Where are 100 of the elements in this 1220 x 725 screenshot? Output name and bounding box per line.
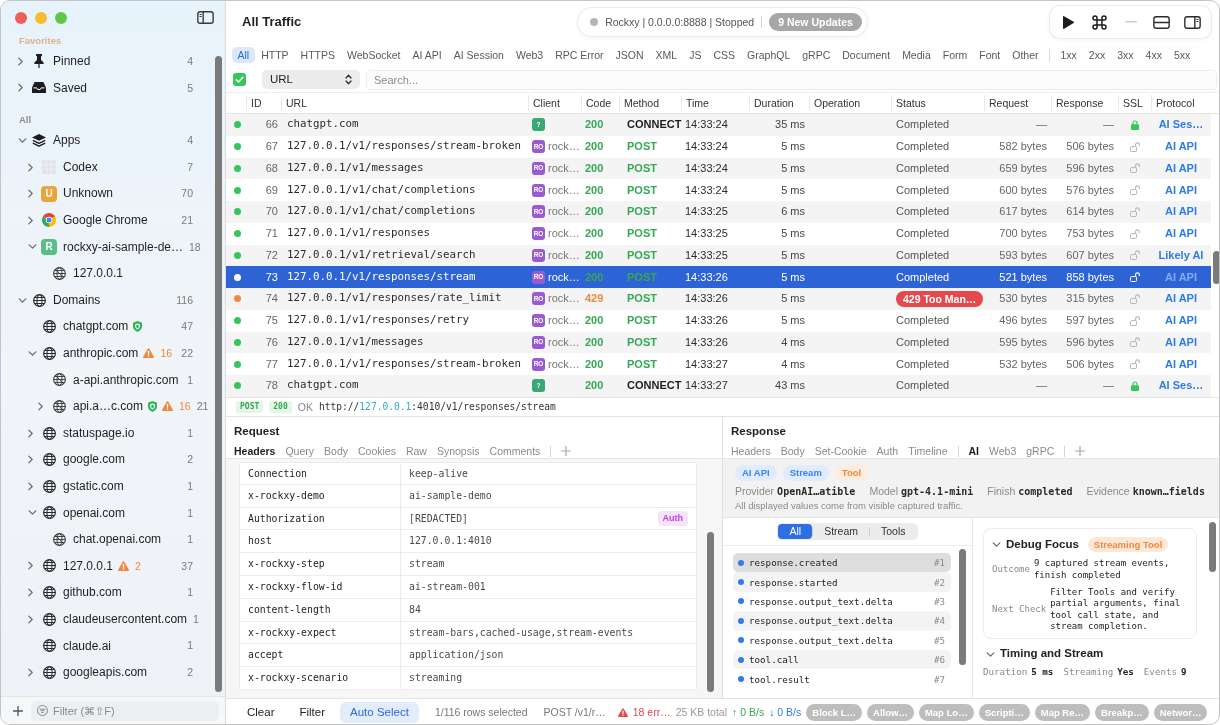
search-field[interactable]: Search... — [366, 69, 1217, 90]
chevron-right-icon[interactable] — [18, 56, 23, 66]
column-header[interactable]: Status — [891, 95, 984, 111]
chevron-right-icon[interactable] — [38, 401, 43, 411]
filter-tab[interactable]: JS — [683, 46, 707, 64]
scrollbar[interactable] — [215, 56, 222, 692]
filter-tab[interactable]: HTTPS — [295, 46, 341, 64]
bar-button[interactable]: Clear — [237, 701, 285, 724]
filter-tab[interactable]: 5xx — [1168, 46, 1196, 64]
chevron-right-icon[interactable] — [28, 588, 33, 598]
chevron-down-icon[interactable] — [992, 542, 1001, 548]
column-header[interactable]: Client — [528, 95, 581, 111]
plus-icon[interactable] — [13, 705, 23, 716]
column-header[interactable]: ID — [246, 95, 281, 111]
event-row[interactable]: response.output_text.delta #5 — [733, 630, 951, 650]
filter-tab[interactable]: HTTP — [255, 46, 295, 64]
panel-tab[interactable]: Body — [780, 444, 805, 458]
event-row[interactable]: tool.result #7 — [733, 669, 951, 689]
sidebar-item[interactable]: statuspage.io — [63, 425, 135, 441]
panel-tab[interactable]: Cookies — [358, 444, 396, 458]
filter-tab[interactable]: Form — [937, 46, 973, 64]
panel-tab[interactable]: Body — [324, 444, 348, 458]
chevron-right-icon[interactable] — [18, 83, 23, 93]
panel-tab[interactable]: Raw — [405, 444, 427, 458]
chevron-down-icon[interactable] — [28, 350, 37, 356]
column-header[interactable]: Code — [581, 95, 619, 111]
event-row[interactable]: response.started #2 — [733, 572, 951, 592]
panel-tab[interactable]: Comments — [489, 444, 541, 458]
sidebar-item[interactable]: rockxy-ai-sample-de… — [63, 239, 184, 255]
column-header[interactable]: Duration — [749, 95, 809, 111]
sidebar-item[interactable]: Domains — [53, 292, 101, 308]
sidebar-item[interactable]: claude.ai — [63, 638, 112, 653]
filter-tab[interactable]: gRPC — [796, 46, 836, 64]
filter-tab[interactable]: AI API — [407, 46, 448, 64]
sidebar-item[interactable]: Google Chrome — [63, 213, 148, 228]
chevron-down-icon[interactable] — [28, 510, 37, 516]
filter-tab[interactable]: GraphQL — [741, 46, 796, 64]
event-row[interactable]: response.created #1 — [733, 553, 951, 573]
sidebar-item[interactable]: anthropic.com — [63, 346, 139, 361]
chevron-down-icon[interactable] — [986, 651, 995, 657]
sidebar-item[interactable]: google.com — [63, 452, 126, 467]
sidebar-item[interactable]: 127.0.0.1 — [63, 558, 114, 574]
field-dropdown[interactable]: URL — [262, 70, 360, 89]
sidebar-item[interactable]: a-api.anthropic.com — [73, 372, 179, 387]
scrollbar[interactable] — [706, 532, 714, 692]
filter-tab[interactable]: Web3 — [510, 46, 549, 64]
scrollbar[interactable] — [1208, 522, 1216, 572]
sidebar-toggle-icon[interactable] — [197, 11, 214, 24]
filter-tab[interactable]: 3xx — [1111, 46, 1140, 64]
filter-tab[interactable]: 1xx — [1055, 46, 1083, 64]
sidebar-item[interactable]: gstatic.com — [63, 479, 124, 494]
sidebar-item[interactable]: chat.openai.com — [73, 532, 162, 547]
bar-button[interactable]: Filter — [289, 701, 336, 724]
panel-tab[interactable]: Set-Cookie — [814, 444, 867, 458]
bar-button[interactable]: Auto Select — [340, 701, 419, 724]
chevron-right-icon[interactable] — [28, 428, 33, 438]
filter-tab[interactable]: AI Session — [448, 46, 510, 64]
event-row[interactable]: response.output_text.delta #3 — [733, 591, 951, 612]
close-button[interactable] — [15, 11, 27, 24]
filter-tab[interactable]: Other — [1006, 46, 1044, 64]
sidebar-item[interactable]: googleapis.com — [63, 665, 148, 680]
chevron-right-icon[interactable] — [28, 215, 33, 225]
column-header[interactable]: URL — [281, 95, 528, 111]
panel-tab[interactable]: gRPC — [1026, 444, 1055, 458]
chevron-right-icon[interactable] — [28, 667, 33, 677]
sidebar-item[interactable]: chatgpt.com — [63, 319, 129, 334]
chevron-right-icon[interactable] — [28, 614, 33, 624]
segment[interactable]: All — [778, 524, 813, 539]
filter-tab[interactable]: Document — [836, 46, 896, 64]
filter-field[interactable]: Filter (⌘⇧F) — [31, 700, 219, 721]
panel-tab[interactable]: Auth — [876, 444, 899, 458]
event-row[interactable]: response.output_text.delta #4 — [733, 611, 951, 631]
panel-tab[interactable]: AI — [968, 444, 979, 458]
chevron-right-icon[interactable] — [28, 162, 33, 172]
chevron-right-icon[interactable] — [28, 189, 33, 199]
checkbox[interactable] — [233, 73, 246, 86]
sidebar-item[interactable]: Pinned — [53, 54, 91, 69]
panel-tab[interactable]: Synopsis — [436, 444, 480, 458]
filter-tab[interactable]: XML — [650, 46, 683, 64]
chevron-down-icon[interactable] — [28, 244, 37, 250]
column-header[interactable]: Protocol — [1151, 95, 1211, 111]
panel-tab[interactable]: Headers — [731, 444, 771, 458]
filter-tab[interactable]: CSS — [707, 46, 741, 64]
filter-tab[interactable]: Media — [896, 46, 937, 64]
chevron-down-icon[interactable] — [18, 138, 27, 143]
filter-tab[interactable]: 2xx — [1083, 46, 1111, 64]
column-header[interactable]: Response — [1051, 95, 1118, 111]
column-header[interactable]: Time — [681, 95, 749, 111]
sidebar-item[interactable]: 127.0.0.1 — [73, 266, 124, 281]
sidebar-item[interactable]: Unknown — [63, 186, 114, 201]
panel-tab[interactable]: Timeline — [908, 444, 948, 458]
chevron-down-icon[interactable] — [18, 297, 27, 303]
panel-tab[interactable]: Query — [285, 444, 315, 458]
sidebar-item[interactable]: openai.com — [63, 505, 126, 520]
filter-tab[interactable]: RPC Error — [549, 46, 610, 64]
sidebar-item[interactable]: github.com — [63, 585, 122, 600]
column-header[interactable]: Request — [984, 95, 1051, 111]
filter-tab[interactable]: WebSocket — [341, 46, 406, 64]
panel-tab[interactable]: Web3 — [989, 444, 1017, 458]
sidebar-item[interactable]: api.a…c.com — [73, 399, 144, 414]
